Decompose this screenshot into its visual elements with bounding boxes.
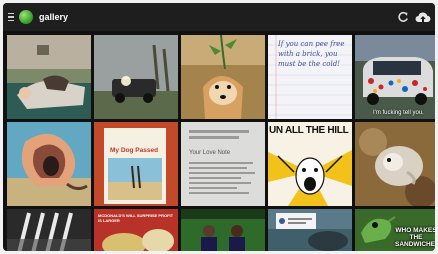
gallery-tile[interactable] [355, 122, 435, 206]
gallery-tile[interactable]: WHO MAKES THE SANDWICHES? [355, 209, 435, 251]
gallery-tile[interactable] [7, 122, 91, 206]
photo-thumbnail [355, 122, 435, 206]
gallery-tile[interactable]: I'm fucking tell you. [355, 35, 435, 119]
gallery-tile[interactable] [94, 35, 178, 119]
tile-caption: I'm fucking tell you. [373, 110, 424, 116]
hamburger-icon[interactable] [4, 3, 18, 31]
gallery-tile[interactable]: If you can pee free with a brick, you mu… [268, 35, 352, 119]
gallery-tile[interactable]: UN ALL THE HILL [268, 122, 352, 206]
tile-caption: My Dog Passed [110, 147, 159, 154]
gallery-tile[interactable]: MCDONALD'S WILL SURPRISE PROFIT IS LARGE… [94, 209, 178, 251]
tile-caption: UN ALL THE HILL [269, 125, 349, 136]
action-buttons [397, 3, 431, 31]
phone-screen: gallery If you can pee free with a brick… [3, 3, 435, 251]
gallery-tile[interactable]: My Dog Passed [94, 122, 178, 206]
action-bar: gallery [3, 3, 435, 31]
gallery-tile[interactable]: Your Love Note [181, 122, 265, 206]
photo-thumbnail [181, 35, 265, 119]
photo-thumbnail [181, 122, 265, 206]
tile-caption: MCDONALD'S WILL SURPRISE PROFIT IS LARGE… [98, 213, 174, 223]
gallery-tile[interactable] [7, 209, 91, 251]
upload-icon[interactable] [415, 11, 431, 24]
tile-caption: Your Love Note [189, 150, 231, 156]
photo-thumbnail [355, 35, 435, 119]
app-logo-icon [19, 10, 33, 24]
tile-caption: WHO MAKES THE SANDWICHES? [395, 227, 435, 248]
app-title: gallery [39, 12, 69, 22]
gallery-tile[interactable] [268, 209, 352, 251]
photo-thumbnail [94, 35, 178, 119]
photo-thumbnail [7, 35, 91, 119]
refresh-icon[interactable] [397, 11, 409, 23]
photo-grid: If you can pee free with a brick, you mu… [7, 35, 435, 251]
photo-thumbnail [7, 122, 91, 206]
photo-thumbnail [94, 122, 178, 206]
tile-caption: If you can pee free with a brick, you mu… [278, 40, 345, 68]
photo-thumbnail [181, 209, 265, 251]
photo-thumbnail [268, 209, 352, 251]
gallery-tile[interactable] [7, 35, 91, 119]
gallery-tile[interactable] [181, 35, 265, 119]
gallery-tile[interactable] [181, 209, 265, 251]
photo-thumbnail [7, 209, 91, 251]
